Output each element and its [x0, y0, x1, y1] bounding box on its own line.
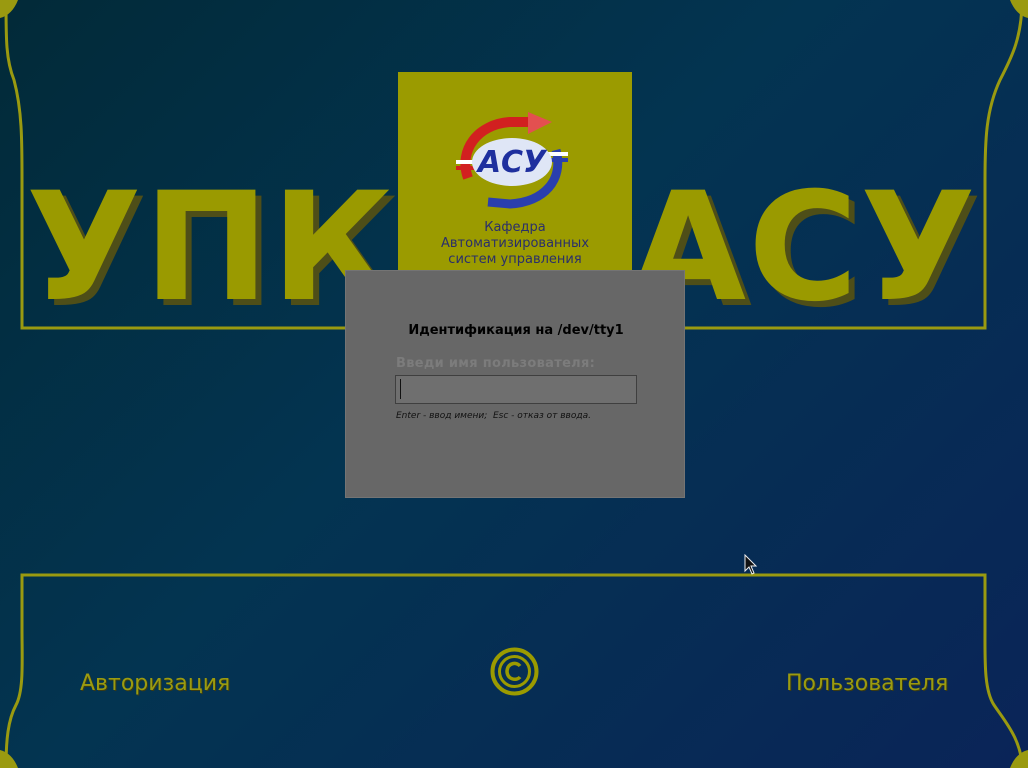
- mouse-pointer-icon: [744, 554, 758, 575]
- logo-caption-line: Автоматизированных: [440, 236, 590, 251]
- dialog-title: Идентификация на /dev/tty1: [408, 323, 624, 338]
- username-input[interactable]: [395, 375, 637, 404]
- login-dialog: Идентификация на /dev/tty1 Введи имя пол…: [345, 270, 685, 498]
- logo-caption-line: Кафедра: [484, 220, 546, 235]
- asu-logo-icon: АСУ: [456, 112, 568, 209]
- key-hint: Enter - ввод имени; Esc - отказ от ввода…: [396, 411, 591, 421]
- department-logo-card: АСУ Кафедра Автоматизированных систем уп…: [398, 72, 632, 270]
- text-caret: [400, 379, 401, 399]
- title-left: УПК: [26, 161, 396, 335]
- logo-caption-line: систем управления: [448, 252, 582, 267]
- logo-mark-text: АСУ: [476, 145, 548, 180]
- username-label: Введи имя пользователя:: [396, 356, 596, 371]
- logo-caption: Кафедра Автоматизированных систем управл…: [398, 220, 632, 268]
- users-link[interactable]: Пользователя: [786, 671, 948, 696]
- authorization-link[interactable]: Авторизация: [80, 671, 230, 696]
- copyright-icon: [490, 647, 539, 696]
